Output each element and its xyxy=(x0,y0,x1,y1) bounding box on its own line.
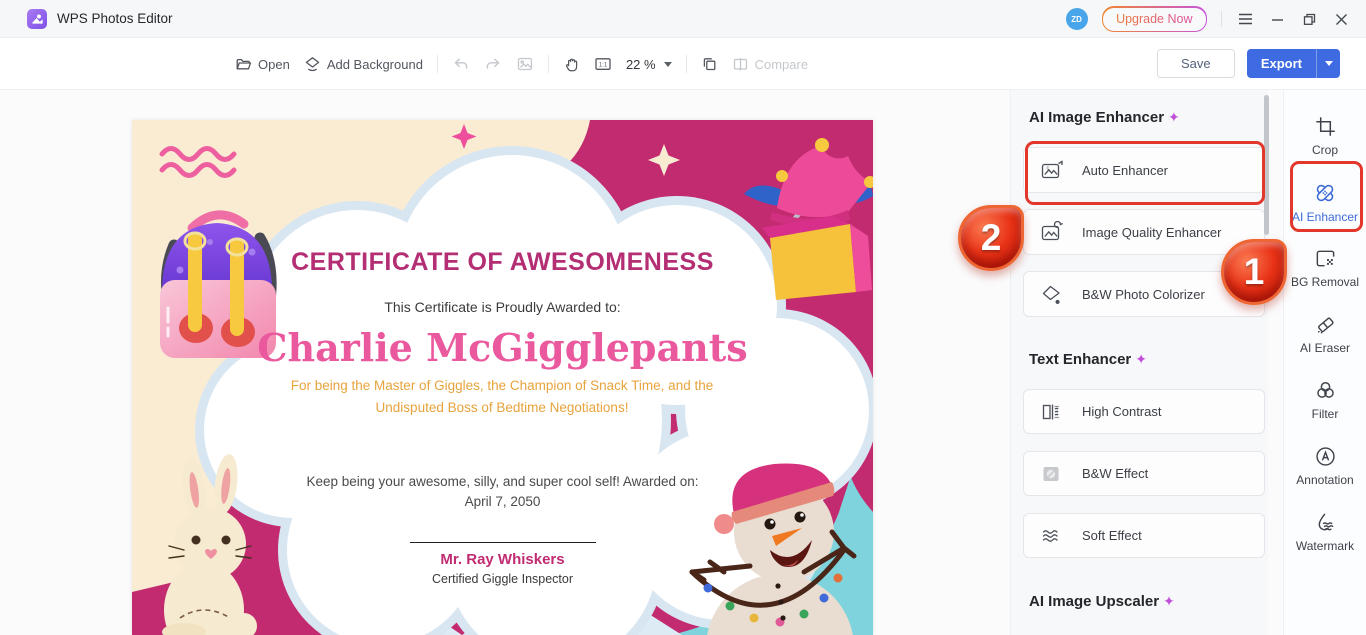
export-label: Export xyxy=(1260,56,1302,71)
certificate-title: CERTIFICATE OF AWESOMENESS xyxy=(291,248,714,276)
sidebar-item-bg-removal[interactable]: BG Removal xyxy=(1287,240,1363,306)
soft-effect-button[interactable]: Soft Effect xyxy=(1023,513,1265,558)
certificate-signer: Mr. Ray Whiskers xyxy=(440,551,565,568)
sparkle-icon: ✦ xyxy=(1168,109,1180,125)
title-bar: WPS Photos Editor ZD Upgrade Now xyxy=(0,0,1366,38)
high-contrast-label: High Contrast xyxy=(1082,404,1162,419)
filter-icon xyxy=(1316,382,1334,398)
sparkle-icon: ✦ xyxy=(1135,351,1147,367)
bw-photo-colorizer-icon xyxy=(1040,283,1064,305)
save-button[interactable]: Save xyxy=(1156,49,1235,78)
image-icon[interactable] xyxy=(516,56,534,72)
sidebar-item-ai-eraser[interactable]: AI Eraser xyxy=(1287,306,1363,372)
sidebar-label: BG Removal xyxy=(1290,275,1360,289)
restore-icon[interactable] xyxy=(1300,10,1318,28)
compare-label: Compare xyxy=(754,56,809,72)
sidebar-label: Crop xyxy=(1311,143,1338,157)
certificate-signer-title: Certified Giggle Inspector xyxy=(431,572,574,586)
app-logo-icon xyxy=(27,8,47,29)
toolbar-separator xyxy=(436,55,438,73)
certificate-reason: For being the Master of Giggles, the Cha… xyxy=(290,378,714,415)
user-avatar[interactable]: ZD xyxy=(1065,8,1088,30)
redo-icon[interactable] xyxy=(484,56,502,72)
section-title-ai-image-enhancer: AI Image Enhancer ✦ xyxy=(1029,109,1180,126)
toolbar: Open Add Background 1:1 22 % Compare Sav… xyxy=(0,38,1366,90)
duplicate-icon[interactable] xyxy=(701,56,718,72)
certificate-message: Keep being your awesome, silly, and supe… xyxy=(306,474,699,510)
export-dropdown[interactable] xyxy=(1316,49,1340,78)
high-contrast-icon xyxy=(1040,401,1064,423)
chevron-down-icon xyxy=(1324,61,1333,66)
auto-enhancer-icon: c xyxy=(1040,159,1064,181)
sidebar-label: Watermark xyxy=(1295,539,1355,553)
ai-enhancer-icon xyxy=(1316,184,1334,202)
step-badge-1: 1 xyxy=(1221,239,1287,305)
svg-text:1:1: 1:1 xyxy=(599,63,608,69)
sidebar-item-ai-enhancer[interactable]: AI Enhancer xyxy=(1287,174,1363,240)
soft-effect-icon xyxy=(1040,525,1064,547)
signature-line xyxy=(410,542,596,543)
certificate-image[interactable]: CERTIFICATE OF AWESOMENESS This Certific… xyxy=(132,120,873,635)
sidebar-item-filter[interactable]: Filter xyxy=(1287,372,1363,438)
certificate-subtitle: This Certificate is Proudly Awarded to: xyxy=(384,299,621,315)
zoom-level-value: 22 % xyxy=(625,56,656,72)
watermark-icon xyxy=(1318,513,1333,531)
svg-text:c: c xyxy=(1047,166,1050,172)
auto-enhancer-label: Auto Enhancer xyxy=(1082,162,1169,178)
soft-effect-label: Soft Effect xyxy=(1082,528,1142,543)
close-icon[interactable] xyxy=(1332,10,1350,28)
add-background-icon xyxy=(305,57,320,72)
actual-size-icon[interactable]: 1:1 xyxy=(594,56,612,72)
titlebar-separator xyxy=(1221,11,1222,27)
toolbar-separator xyxy=(685,55,687,73)
editor-canvas: CERTIFICATE OF AWESOMENESS This Certific… xyxy=(0,90,1010,635)
bw-effect-button[interactable]: B&W Effect xyxy=(1023,451,1265,496)
sidebar-label: AI Enhancer xyxy=(1291,210,1359,224)
section-title-ai-image-upscaler: AI Image Upscaler ✦ xyxy=(1029,593,1175,610)
step-badge-2: 2 xyxy=(958,205,1024,271)
certificate-recipient: Charlie McGigglepants xyxy=(257,325,748,370)
tools-sidebar: Crop AI Enhancer BG Removal AI Eraser Fi… xyxy=(1283,90,1366,635)
sidebar-label: Filter xyxy=(1311,407,1339,421)
annotation-icon xyxy=(1315,447,1335,466)
sparkle-icon: ✦ xyxy=(1163,593,1175,609)
image-quality-enhancer-button[interactable]: Image Quality Enhancer xyxy=(1023,209,1265,255)
high-contrast-button[interactable]: High Contrast xyxy=(1023,389,1265,434)
ai-tools-panel: AI Image Enhancer ✦ c Auto Enhancer Image… xyxy=(1010,90,1268,635)
compare-icon xyxy=(733,58,747,71)
undo-icon[interactable] xyxy=(452,56,470,72)
upgrade-now-button[interactable]: Upgrade Now xyxy=(1101,6,1207,32)
sidebar-label: Annotation xyxy=(1296,473,1354,487)
panel-scrollbar[interactable] xyxy=(1264,95,1269,235)
menu-icon[interactable] xyxy=(1236,10,1254,28)
sidebar-item-annotation[interactable]: Annotation xyxy=(1287,438,1363,504)
minimize-icon[interactable] xyxy=(1268,10,1286,28)
add-background-label: Add Background xyxy=(326,56,423,72)
export-button[interactable]: Export xyxy=(1246,49,1340,78)
auto-enhancer-button[interactable]: c Auto Enhancer xyxy=(1023,147,1265,193)
section-title-text-enhancer: Text Enhancer ✦ xyxy=(1029,351,1147,368)
add-background-button[interactable]: Add Background xyxy=(304,56,423,72)
bw-effect-label: B&W Effect xyxy=(1082,466,1149,481)
open-button[interactable]: Open xyxy=(235,56,290,72)
sidebar-item-crop[interactable]: Crop xyxy=(1287,108,1363,174)
wps-photos-editor-window: WPS Photos Editor ZD Upgrade Now Open Ad… xyxy=(0,0,1366,635)
crop-icon xyxy=(1315,117,1335,136)
folder-open-icon xyxy=(236,58,252,70)
bw-photo-colorizer-label: B&W Photo Colorizer xyxy=(1082,286,1205,302)
bg-removal-icon xyxy=(1316,250,1334,267)
toolbar-separator xyxy=(547,55,549,73)
image-quality-enhancer-icon xyxy=(1040,221,1064,243)
app-title: WPS Photos Editor xyxy=(57,11,173,26)
compare-button[interactable]: Compare xyxy=(732,56,808,72)
hand-tool-icon[interactable] xyxy=(563,56,580,73)
chevron-down-icon xyxy=(663,61,672,67)
sidebar-label: AI Eraser xyxy=(1299,341,1350,355)
sidebar-item-watermark[interactable]: Watermark xyxy=(1287,504,1363,570)
ai-eraser-icon xyxy=(1317,317,1334,334)
bw-effect-icon xyxy=(1040,463,1064,485)
zoom-level-dropdown[interactable]: 22 % xyxy=(626,57,672,72)
open-label: Open xyxy=(258,56,290,72)
image-quality-enhancer-label: Image Quality Enhancer xyxy=(1082,224,1222,240)
